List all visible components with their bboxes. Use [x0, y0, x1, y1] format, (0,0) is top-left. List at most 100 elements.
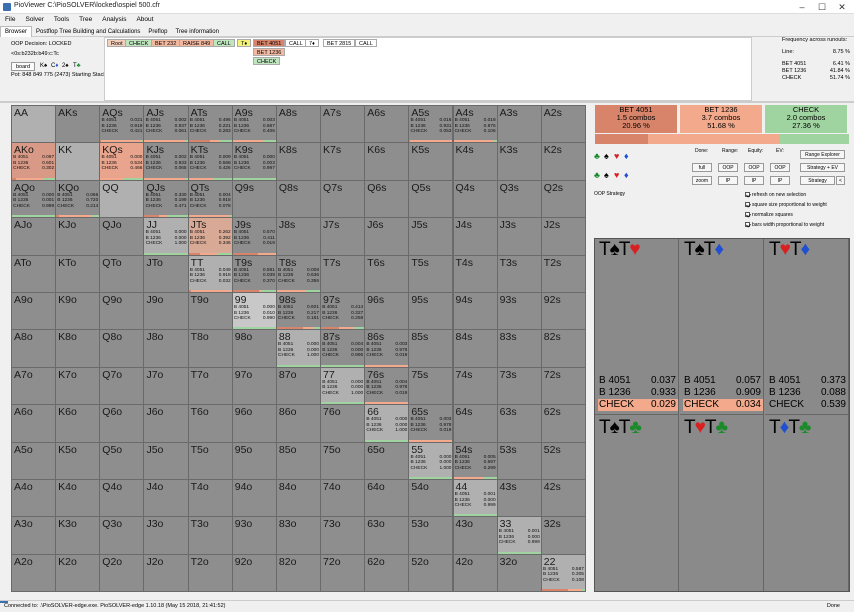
hand-cell-42o[interactable]: 42o [452, 553, 498, 593]
range-oop-button[interactable]: OOP [718, 163, 738, 172]
option-checkbox[interactable]: square size proportional to weight [745, 202, 827, 208]
hand-cell-tt[interactable]: TT B 4051 0.049 B 1236 0.918 CHECK 0.032 [187, 254, 233, 293]
suit-filter-diamond-icon[interactable]: ♦ [624, 151, 629, 161]
suit-filter-heart-icon[interactable]: ♥ [614, 151, 619, 161]
hand-cell-73s[interactable]: 73s [496, 366, 542, 406]
suit-filter-spade-icon[interactable]: ♠ [604, 151, 609, 161]
hand-cell-kjs[interactable]: KJs B 4051 0.002 B 1236 0.933 CHECK 0.065 [143, 142, 189, 181]
hand-cell-jto[interactable]: JTo [143, 254, 189, 293]
hand-cell-j2s[interactable]: J2s [540, 217, 586, 256]
hand-cell-qjs[interactable]: QJs B 4051 0.330 B 1236 0.199 CHECK 0.471 [143, 179, 189, 219]
tab-2[interactable]: Postflop Tree Building and Calculations [32, 27, 144, 37]
hand-cell-53s[interactable]: 53s [496, 441, 542, 480]
tab-4[interactable]: Tree information [171, 27, 222, 37]
tree-node[interactable]: BET 1236 [253, 48, 286, 56]
hand-cell-k9s[interactable]: K9s B 4051 0.000 B 1236 0.003 CHECK 0.997 [231, 142, 277, 181]
hand-cell-76s[interactable]: 76s B 4051 0.004 B 1236 0.978 CHECK 0.019 [364, 366, 410, 406]
hand-cell-85s[interactable]: 85s [408, 329, 454, 368]
hand-cell-93o[interactable]: 93o [231, 516, 277, 555]
tree-node[interactable]: BET 232 [151, 39, 181, 47]
hand-cell-k3s[interactable]: K3s [496, 142, 542, 181]
hand-cell-63o[interactable]: 63o [364, 516, 410, 555]
hand-cell-ats[interactable]: ATs B 4051 0.496 B 1236 0.221 CHECK 0.283 [187, 105, 233, 144]
hand-cell-q4s[interactable]: Q4s [452, 179, 498, 219]
hand-cell-t4o[interactable]: T4o [187, 479, 233, 518]
full-button[interactable]: full [692, 163, 712, 172]
hand-cell-j6o[interactable]: J6o [143, 404, 189, 443]
hand-cell-32s[interactable]: 32s [540, 516, 586, 555]
hand-cell-a3o[interactable]: A3o [11, 516, 57, 555]
tree-node[interactable]: BET 2815 [323, 39, 356, 47]
hand-cell-k2o[interactable]: K2o [55, 553, 101, 593]
hand-cell-53o[interactable]: 53o [408, 516, 454, 555]
hand-cell-97s[interactable]: 97s B 4051 0.414 B 1236 0.327 CHECK 0.258 [320, 292, 366, 331]
hand-cell-54s[interactable]: 54s B 4051 0.005 B 1236 0.697 CHECK 0.299 [452, 441, 498, 480]
hand-cell-62o[interactable]: 62o [364, 553, 410, 593]
menu-item-solver[interactable]: Solver [20, 14, 48, 25]
hand-cell-75s[interactable]: 75s [408, 366, 454, 406]
hand-cell-k2s[interactable]: K2s [540, 142, 586, 181]
hand-cell-kjo[interactable]: KJo [55, 217, 101, 256]
hand-cell-t9s[interactable]: T9s B 4051 0.591 B 1236 0.039 CHECK 0.370 [231, 254, 277, 293]
hand-cell-63s[interactable]: 63s [496, 404, 542, 443]
hand-cell-j5o[interactable]: J5o [143, 441, 189, 480]
hand-cell-94o[interactable]: 94o [231, 479, 277, 518]
hand-cell-33[interactable]: 33 B 4051 0.001 B 1236 0.000 CHECK 0.999 [496, 516, 542, 555]
hand-cell-k7o[interactable]: K7o [55, 366, 101, 406]
hand-cell-q9s[interactable]: Q9s [231, 179, 277, 219]
hand-cell-k4o[interactable]: K4o [55, 479, 101, 518]
tree-node[interactable]: 7♦ [305, 39, 319, 47]
hand-cell-87s[interactable]: 87s B 4051 0.004 B 1236 0.000 CHECK 0.996 [320, 329, 366, 368]
back-button[interactable]: < [836, 176, 845, 185]
tree-node[interactable]: T♦ [237, 39, 252, 47]
hand-cell-a7o[interactable]: A7o [11, 366, 57, 406]
hand-cell-q6o[interactable]: Q6o [99, 404, 145, 443]
zoom-button[interactable]: zoom [692, 176, 712, 185]
hand-cell-j7o[interactable]: J7o [143, 366, 189, 406]
hand-cell-kqs[interactable]: KQs B 4051 0.000 B 1236 0.534 CHECK 0.466 [99, 142, 145, 181]
hand-cell-a5s[interactable]: A5s B 4051 0.016 B 1236 0.931 CHECK 0.053 [408, 105, 454, 144]
hand-cell-qto[interactable]: QTo [99, 254, 145, 293]
hand-cell-k5o[interactable]: K5o [55, 441, 101, 480]
hand-cell-62s[interactable]: 62s [540, 404, 586, 443]
suit-filter-club-icon[interactable]: ♣ [594, 151, 600, 161]
minimize-button[interactable]: – [796, 1, 808, 13]
hand-cell-j5s[interactable]: J5s [408, 217, 454, 256]
suit-filter-spade-icon[interactable]: ♠ [604, 170, 609, 180]
hand-cell-75o[interactable]: 75o [320, 441, 366, 480]
hand-cell-qq[interactable]: QQ [99, 179, 145, 219]
suit-filter-heart-icon[interactable]: ♥ [614, 170, 619, 180]
hand-cell-a5o[interactable]: A5o [11, 441, 57, 480]
hand-cell-86s[interactable]: 86s B 4051 0.003 B 1236 0.978 CHECK 0.019 [364, 329, 410, 368]
tree-node[interactable]: Root [107, 39, 127, 47]
hand-cell-98s[interactable]: 98s B 4051 0.601 B 1236 0.217 CHECK 0.181 [275, 292, 322, 331]
hand-cell-92o[interactable]: 92o [231, 553, 277, 593]
hand-cell-52s[interactable]: 52s [540, 441, 586, 480]
hand-cell-83s[interactable]: 83s [496, 329, 542, 368]
hand-cell-95o[interactable]: 95o [231, 441, 277, 480]
hand-cell-t2o[interactable]: T2o [187, 553, 233, 593]
hand-cell-84o[interactable]: 84o [275, 479, 322, 518]
hand-cell-65s[interactable]: 65s B 4051 0.003 B 1236 0.978 CHECK 0.019 [408, 404, 454, 443]
hand-cell-93s[interactable]: 93s [496, 292, 542, 331]
hand-cell-t2s[interactable]: T2s [540, 254, 586, 293]
hand-cell-j3o[interactable]: J3o [143, 516, 189, 555]
hand-cell-q7o[interactable]: Q7o [99, 366, 145, 406]
hand-cell-43s[interactable]: 43s [496, 479, 542, 518]
hand-cell-52o[interactable]: 52o [408, 553, 454, 593]
hand-cell-64s[interactable]: 64s [452, 404, 498, 443]
hand-cell-q4o[interactable]: Q4o [99, 479, 145, 518]
hand-cell-72s[interactable]: 72s [540, 366, 586, 406]
hand-cell-kts[interactable]: KTs B 4051 0.009 B 1236 0.568 CHECK 0.426 [187, 142, 233, 181]
hand-cell-jj[interactable]: JJ B 4051 0.000 B 1236 0.000 CHECK 1.000 [143, 217, 189, 256]
hand-cell-j4o[interactable]: J4o [143, 479, 189, 518]
hand-cell-j8s[interactable]: J8s [275, 217, 322, 256]
hand-cell-88[interactable]: 88 B 4051 0.000 B 1236 0.000 CHECK 1.000 [275, 329, 322, 368]
hand-cell-a9s[interactable]: A9s B 4051 0.003 B 1236 0.687 CHECK 0.406 [231, 105, 277, 144]
hand-cell-76o[interactable]: 76o [320, 404, 366, 443]
hand-cell-q3s[interactable]: Q3s [496, 179, 542, 219]
tree-node[interactable]: BET 4051 [253, 39, 286, 47]
equity-oop-button[interactable]: OOP [744, 163, 764, 172]
board-button[interactable]: board [11, 62, 35, 71]
hand-cell-t8o[interactable]: T8o [187, 329, 233, 368]
